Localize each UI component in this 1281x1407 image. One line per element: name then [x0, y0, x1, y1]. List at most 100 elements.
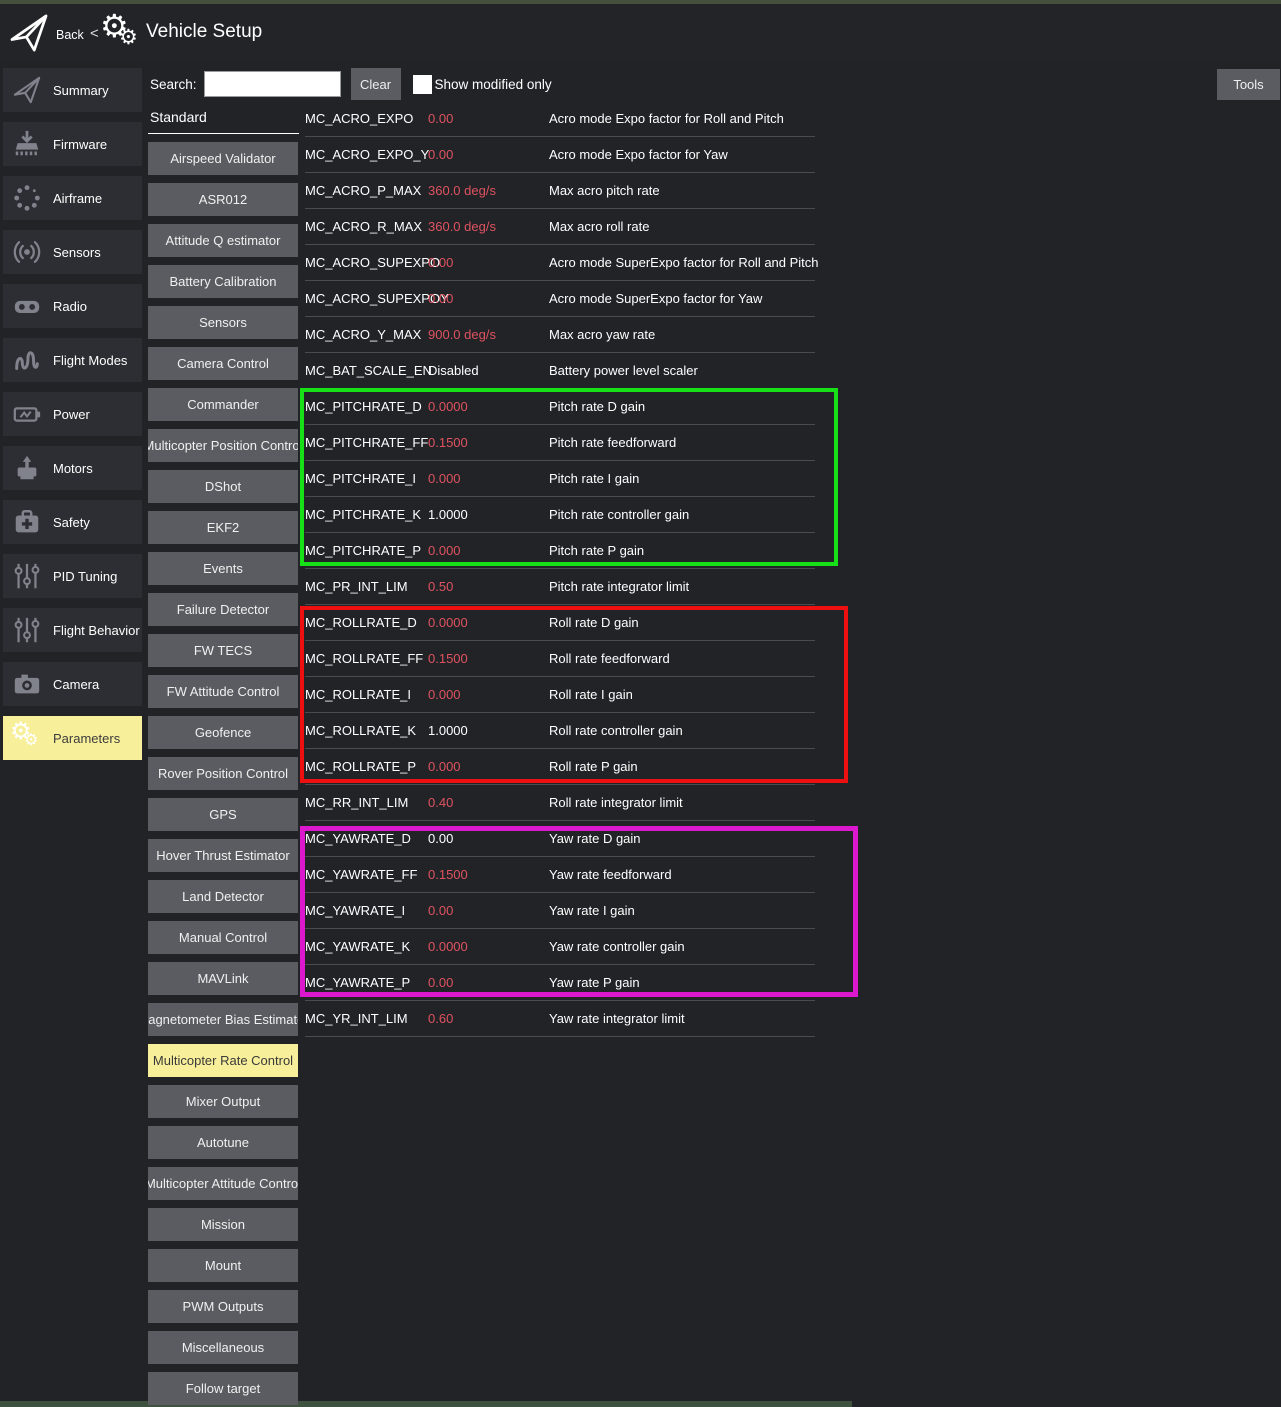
parameter-description: Pitch rate D gain	[549, 399, 815, 414]
back-button[interactable]: Back	[56, 28, 84, 42]
category-button-autotune[interactable]: Autotune	[148, 1126, 298, 1159]
parameter-description: Acro mode Expo factor for Roll and Pitch	[549, 111, 815, 126]
parameter-name: MC_ROLLRATE_K	[305, 723, 428, 738]
sidebar-item-motors[interactable]: Motors	[3, 446, 142, 490]
category-button-hover-thrust-estimator[interactable]: Hover Thrust Estimator	[148, 839, 298, 872]
parameter-value: 360.0 deg/s	[428, 219, 549, 234]
sidebar-item-pid-tuning[interactable]: PID Tuning	[3, 554, 142, 598]
parameter-row-mc_bat_scale_en[interactable]: MC_BAT_SCALE_ENDisabledBattery power lev…	[305, 353, 815, 389]
sidebar-item-camera[interactable]: Camera	[3, 662, 142, 706]
category-button-fw-tecs[interactable]: FW TECS	[148, 634, 298, 667]
sidebar-item-flight-behavior[interactable]: Flight Behavior	[3, 608, 142, 652]
sidebar-item-parameters[interactable]: ⚙⚙Parameters	[3, 716, 142, 760]
parameter-row-mc_yawrate_i[interactable]: MC_YAWRATE_I0.00Yaw rate I gain	[305, 893, 815, 929]
parameter-row-mc_yawrate_ff[interactable]: MC_YAWRATE_FF0.1500Yaw rate feedforward	[305, 857, 815, 893]
category-button-mount[interactable]: Mount	[148, 1249, 298, 1282]
sidebar-item-label: Flight Modes	[53, 353, 127, 368]
category-button-multicopter-rate-control[interactable]: Multicopter Rate Control	[148, 1044, 298, 1077]
category-button-pwm-outputs[interactable]: PWM Outputs	[148, 1290, 298, 1323]
tools-button[interactable]: Tools	[1217, 69, 1280, 100]
category-button-manual-control[interactable]: Manual Control	[148, 921, 298, 954]
parameter-description: Roll rate D gain	[549, 615, 815, 630]
parameter-value: Disabled	[428, 363, 549, 378]
parameter-row-mc_rollrate_p[interactable]: MC_ROLLRATE_P0.000Roll rate P gain	[305, 749, 815, 785]
category-button-mixer-output[interactable]: Mixer Output	[148, 1085, 298, 1118]
parameter-row-mc_pitchrate_i[interactable]: MC_PITCHRATE_I0.000Pitch rate I gain	[305, 461, 815, 497]
category-button-battery-calibration[interactable]: Battery Calibration	[148, 265, 298, 298]
parameter-row-mc_rollrate_d[interactable]: MC_ROLLRATE_D0.0000Roll rate D gain	[305, 605, 815, 641]
qgc-paper-plane-logo-icon[interactable]	[8, 12, 50, 54]
parameter-row-mc_acro_supexpoy[interactable]: MC_ACRO_SUPEXPOY0.00Acro mode SuperExpo …	[305, 281, 815, 317]
category-button-mavlink[interactable]: MAVLink	[148, 962, 298, 995]
radio-icon	[10, 289, 44, 323]
parameter-description: Max acro yaw rate	[549, 327, 815, 342]
parameter-row-mc_rollrate_k[interactable]: MC_ROLLRATE_K1.0000Roll rate controller …	[305, 713, 815, 749]
parameter-row-mc_yawrate_d[interactable]: MC_YAWRATE_D0.00Yaw rate D gain	[305, 821, 815, 857]
category-button-miscellaneous[interactable]: Miscellaneous	[148, 1331, 298, 1364]
category-button-fw-attitude-control[interactable]: FW Attitude Control	[148, 675, 298, 708]
clear-button[interactable]: Clear	[351, 68, 401, 100]
category-button-follow-target[interactable]: Follow target	[148, 1372, 298, 1405]
parameter-row-mc_rr_int_lim[interactable]: MC_RR_INT_LIM0.40Roll rate integrator li…	[305, 785, 815, 821]
sidebar-item-safety[interactable]: Safety	[3, 500, 142, 544]
category-button-mission[interactable]: Mission	[148, 1208, 298, 1241]
category-button-ekf2[interactable]: EKF2	[148, 511, 298, 544]
sidebar-item-summary[interactable]: Summary	[3, 68, 142, 112]
parameter-row-mc_acro_p_max[interactable]: MC_ACRO_P_MAX360.0 deg/sMax acro pitch r…	[305, 173, 815, 209]
category-button-gps[interactable]: GPS	[148, 798, 298, 831]
parameter-value: 0.50	[428, 579, 549, 594]
parameter-row-mc_yawrate_k[interactable]: MC_YAWRATE_K0.0000Yaw rate controller ga…	[305, 929, 815, 965]
parameter-value: 0.0000	[428, 615, 549, 630]
parameter-description: Roll rate I gain	[549, 687, 815, 702]
parameter-row-mc_yawrate_p[interactable]: MC_YAWRATE_P0.00Yaw rate P gain	[305, 965, 815, 1001]
sidebar-item-radio[interactable]: Radio	[3, 284, 142, 328]
category-button-commander[interactable]: Commander	[148, 388, 298, 421]
category-button-attitude-q-estimator[interactable]: Attitude Q estimator	[148, 224, 298, 257]
category-button-multicopter-position-control[interactable]: Multicopter Position Control	[148, 429, 298, 462]
parameter-description: Battery power level scaler	[549, 363, 815, 378]
sidebar-item-sensors[interactable]: Sensors	[3, 230, 142, 274]
search-input[interactable]	[204, 71, 341, 97]
parameter-row-mc_acro_r_max[interactable]: MC_ACRO_R_MAX360.0 deg/sMax acro roll ra…	[305, 209, 815, 245]
category-button-multicopter-attitude-control[interactable]: Multicopter Attitude Control	[148, 1167, 298, 1200]
sidebar-item-airframe[interactable]: Airframe	[3, 176, 142, 220]
category-button-failure-detector[interactable]: Failure Detector	[148, 593, 298, 626]
category-button-events[interactable]: Events	[148, 552, 298, 585]
category-button-airspeed-validator[interactable]: Airspeed Validator	[148, 142, 298, 175]
parameter-name: MC_RR_INT_LIM	[305, 795, 428, 810]
motors-icon	[10, 451, 44, 485]
category-group-header[interactable]: Standard	[148, 108, 299, 134]
search-label: Search:	[150, 77, 197, 92]
sidebar-item-power[interactable]: Power	[3, 392, 142, 436]
parameter-row-mc_acro_expo_y[interactable]: MC_ACRO_EXPO_Y0.00Acro mode Expo factor …	[305, 137, 815, 173]
parameter-row-mc_pitchrate_d[interactable]: MC_PITCHRATE_D0.0000Pitch rate D gain	[305, 389, 815, 425]
parameter-description: Acro mode SuperExpo factor for Yaw	[549, 291, 815, 306]
parameter-row-mc_yr_int_lim[interactable]: MC_YR_INT_LIM0.60Yaw rate integrator lim…	[305, 1001, 815, 1037]
category-button-asr012[interactable]: ASR012	[148, 183, 298, 216]
sidebar-item-firmware[interactable]: Firmware	[3, 122, 142, 166]
parameter-value: 0.00	[428, 291, 549, 306]
parameter-row-mc_acro_y_max[interactable]: MC_ACRO_Y_MAX900.0 deg/sMax acro yaw rat…	[305, 317, 815, 353]
category-button-magnetometer-bias-estimator[interactable]: Magnetometer Bias Estimator	[148, 1003, 298, 1036]
category-button-sensors[interactable]: Sensors	[148, 306, 298, 339]
parameter-row-mc_acro_supexpo[interactable]: MC_ACRO_SUPEXPO0.00Acro mode SuperExpo f…	[305, 245, 815, 281]
parameter-row-mc_rollrate_ff[interactable]: MC_ROLLRATE_FF0.1500Roll rate feedforwar…	[305, 641, 815, 677]
breadcrumb-separator: <	[90, 25, 99, 42]
parameter-row-mc_pitchrate_k[interactable]: MC_PITCHRATE_K1.0000Pitch rate controlle…	[305, 497, 815, 533]
parameter-row-mc_pitchrate_ff[interactable]: MC_PITCHRATE_FF0.1500Pitch rate feedforw…	[305, 425, 815, 461]
parameter-row-mc_acro_expo[interactable]: MC_ACRO_EXPO0.00Acro mode Expo factor fo…	[305, 101, 815, 137]
parameter-row-mc_rollrate_i[interactable]: MC_ROLLRATE_I0.000Roll rate I gain	[305, 677, 815, 713]
parameter-toolbar: Search: Clear Show modified only	[150, 68, 552, 100]
category-button-land-detector[interactable]: Land Detector	[148, 880, 298, 913]
parameter-row-mc_pr_int_lim[interactable]: MC_PR_INT_LIM0.50Pitch rate integrator l…	[305, 569, 815, 605]
category-button-geofence[interactable]: Geofence	[148, 716, 298, 749]
parameter-name: MC_PITCHRATE_K	[305, 507, 428, 522]
category-button-dshot[interactable]: DShot	[148, 470, 298, 503]
power-icon	[10, 397, 44, 431]
show-modified-checkbox[interactable]	[413, 75, 432, 94]
sidebar-item-flight-modes[interactable]: Flight Modes	[3, 338, 142, 382]
sidebar-item-label: Parameters	[53, 731, 120, 746]
parameter-row-mc_pitchrate_p[interactable]: MC_PITCHRATE_P0.000Pitch rate P gain	[305, 533, 815, 569]
category-button-rover-position-control[interactable]: Rover Position Control	[148, 757, 298, 790]
category-button-camera-control[interactable]: Camera Control	[148, 347, 298, 380]
